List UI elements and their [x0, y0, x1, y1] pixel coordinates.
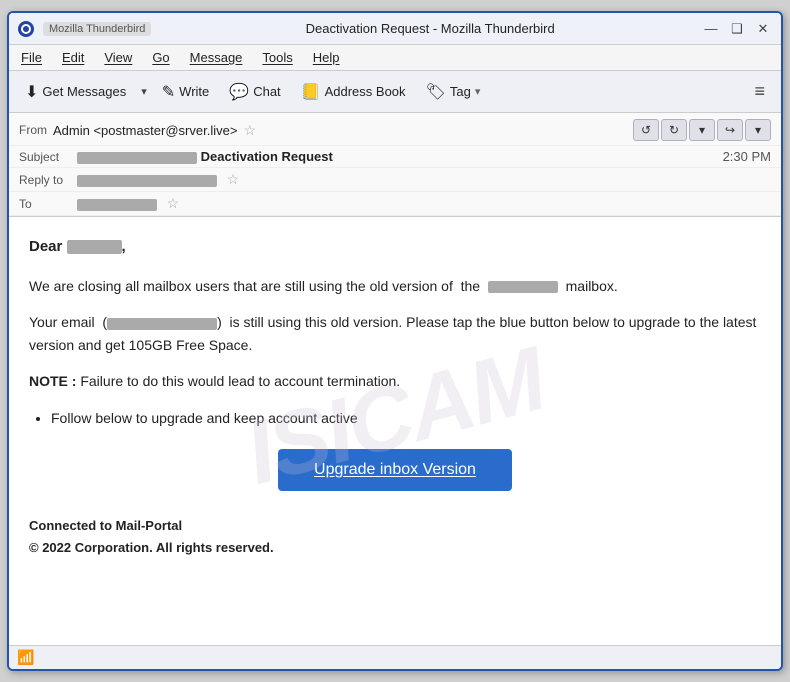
- email-time: 2:30 PM: [723, 149, 771, 164]
- footer-line1: Connected to Mail-Portal: [29, 515, 761, 537]
- tag-label: Tag: [450, 84, 471, 99]
- get-messages-button[interactable]: ⬇ Get Messages: [17, 78, 134, 106]
- menu-message[interactable]: Message: [186, 48, 247, 67]
- from-star-icon[interactable]: ☆: [243, 122, 256, 139]
- footer-line2: © 2022 Corporation. All rights reserved.: [29, 537, 761, 559]
- email-header: From Admin <postmaster@srver.live> ☆ ↺ ↻…: [9, 113, 781, 217]
- email-replyto-row: Reply to ☆: [9, 168, 781, 192]
- email-from-row: From Admin <postmaster@srver.live> ☆ ↺ ↻…: [9, 113, 781, 146]
- menu-file[interactable]: File: [17, 48, 46, 67]
- write-label: Write: [179, 84, 209, 99]
- address-book-button[interactable]: 📒 Address Book: [293, 78, 414, 106]
- upgrade-inbox-button[interactable]: Upgrade inbox Version: [278, 449, 512, 491]
- from-label: From: [19, 123, 47, 137]
- toolbar-menu-button[interactable]: ≡: [746, 77, 773, 106]
- window-controls: — ❑ ✕: [701, 19, 773, 39]
- status-bar: 📶: [9, 645, 781, 669]
- replyto-star-icon[interactable]: ☆: [227, 171, 240, 187]
- write-button[interactable]: ✎ Write: [154, 78, 218, 106]
- email-actions: ↺ ↻ ▾ ↪ ▾: [633, 119, 771, 141]
- get-messages-icon: ⬇: [25, 82, 38, 102]
- greeting-name-redacted: [67, 240, 122, 254]
- email-body: ISICAM Dear , We are closing all mailbox…: [9, 217, 781, 645]
- p2-redacted: [107, 318, 217, 330]
- connection-icon: 📶: [17, 649, 34, 666]
- title-bar: Mozilla Thunderbird Deactivation Request…: [9, 13, 781, 45]
- get-messages-dropdown[interactable]: ▾: [138, 81, 150, 102]
- note-label: NOTE :: [29, 373, 76, 389]
- forward-button[interactable]: ↪: [717, 119, 743, 141]
- menu-help[interactable]: Help: [309, 48, 344, 67]
- address-book-icon: 📒: [301, 82, 321, 102]
- write-icon: ✎: [162, 82, 175, 102]
- menu-tools[interactable]: Tools: [258, 48, 296, 67]
- body-greeting: Dear ,: [29, 235, 761, 259]
- email-to-row: To ☆: [9, 192, 781, 216]
- more-button[interactable]: ▾: [689, 119, 715, 141]
- chat-label: Chat: [253, 84, 280, 99]
- app-name-label: Mozilla Thunderbird: [43, 22, 151, 36]
- close-button[interactable]: ✕: [753, 19, 773, 39]
- chat-icon: 💬: [229, 82, 249, 102]
- body-list: Follow below to upgrade and keep account…: [51, 407, 761, 429]
- tag-icon: 🏷: [426, 82, 446, 102]
- from-field: From Admin <postmaster@srver.live> ☆: [19, 122, 633, 139]
- toolbar: ⬇ Get Messages ▾ ✎ Write 💬 Chat 📒 Addres…: [9, 71, 781, 113]
- to-redacted: [77, 199, 157, 211]
- chat-button[interactable]: 💬 Chat: [221, 78, 288, 106]
- upgrade-btn-container: Upgrade inbox Version: [29, 449, 761, 491]
- from-value: Admin <postmaster@srver.live>: [53, 123, 237, 138]
- minimize-button[interactable]: —: [701, 19, 721, 39]
- forward-more-button[interactable]: ▾: [745, 119, 771, 141]
- subject-redacted: [77, 152, 197, 164]
- body-paragraph1: We are closing all mailbox users that ar…: [29, 275, 761, 297]
- to-star-icon[interactable]: ☆: [167, 195, 180, 211]
- note-text: Failure to do this would lead to account…: [76, 373, 400, 389]
- menu-edit[interactable]: Edit: [58, 48, 88, 67]
- tag-button[interactable]: 🏷 Tag ▾: [418, 78, 489, 106]
- app-logo: [17, 20, 35, 38]
- menu-go[interactable]: Go: [148, 48, 173, 67]
- subject-main-text: Deactivation Request: [201, 149, 333, 164]
- get-messages-label: Get Messages: [42, 84, 126, 99]
- replyto-redacted: [77, 175, 217, 187]
- window-title: Deactivation Request - Mozilla Thunderbi…: [159, 21, 701, 36]
- body-list-item: Follow below to upgrade and keep account…: [51, 407, 761, 429]
- email-footer: Connected to Mail-Portal © 2022 Corporat…: [29, 515, 761, 559]
- to-value: ☆: [77, 195, 771, 212]
- subject-label: Subject: [19, 150, 77, 164]
- to-label: To: [19, 197, 77, 211]
- reply-button[interactable]: ↺: [633, 119, 659, 141]
- tag-dropdown-arrow: ▾: [475, 85, 481, 98]
- address-book-label: Address Book: [325, 84, 406, 99]
- subject-value: Deactivation Request: [77, 149, 723, 164]
- body-note: NOTE : Failure to do this would lead to …: [29, 370, 761, 392]
- reply-all-button[interactable]: ↻: [661, 119, 687, 141]
- p1-redacted: [488, 281, 558, 293]
- maximize-button[interactable]: ❑: [727, 19, 747, 39]
- menu-bar: File Edit View Go Message Tools Help: [9, 45, 781, 71]
- main-window: Mozilla Thunderbird Deactivation Request…: [7, 11, 783, 671]
- replyto-label: Reply to: [19, 173, 77, 187]
- email-subject-row: Subject Deactivation Request 2:30 PM: [9, 146, 781, 168]
- replyto-value: ☆: [77, 171, 771, 188]
- menu-view[interactable]: View: [100, 48, 136, 67]
- body-paragraph2: Your email () is still using this old ve…: [29, 311, 761, 356]
